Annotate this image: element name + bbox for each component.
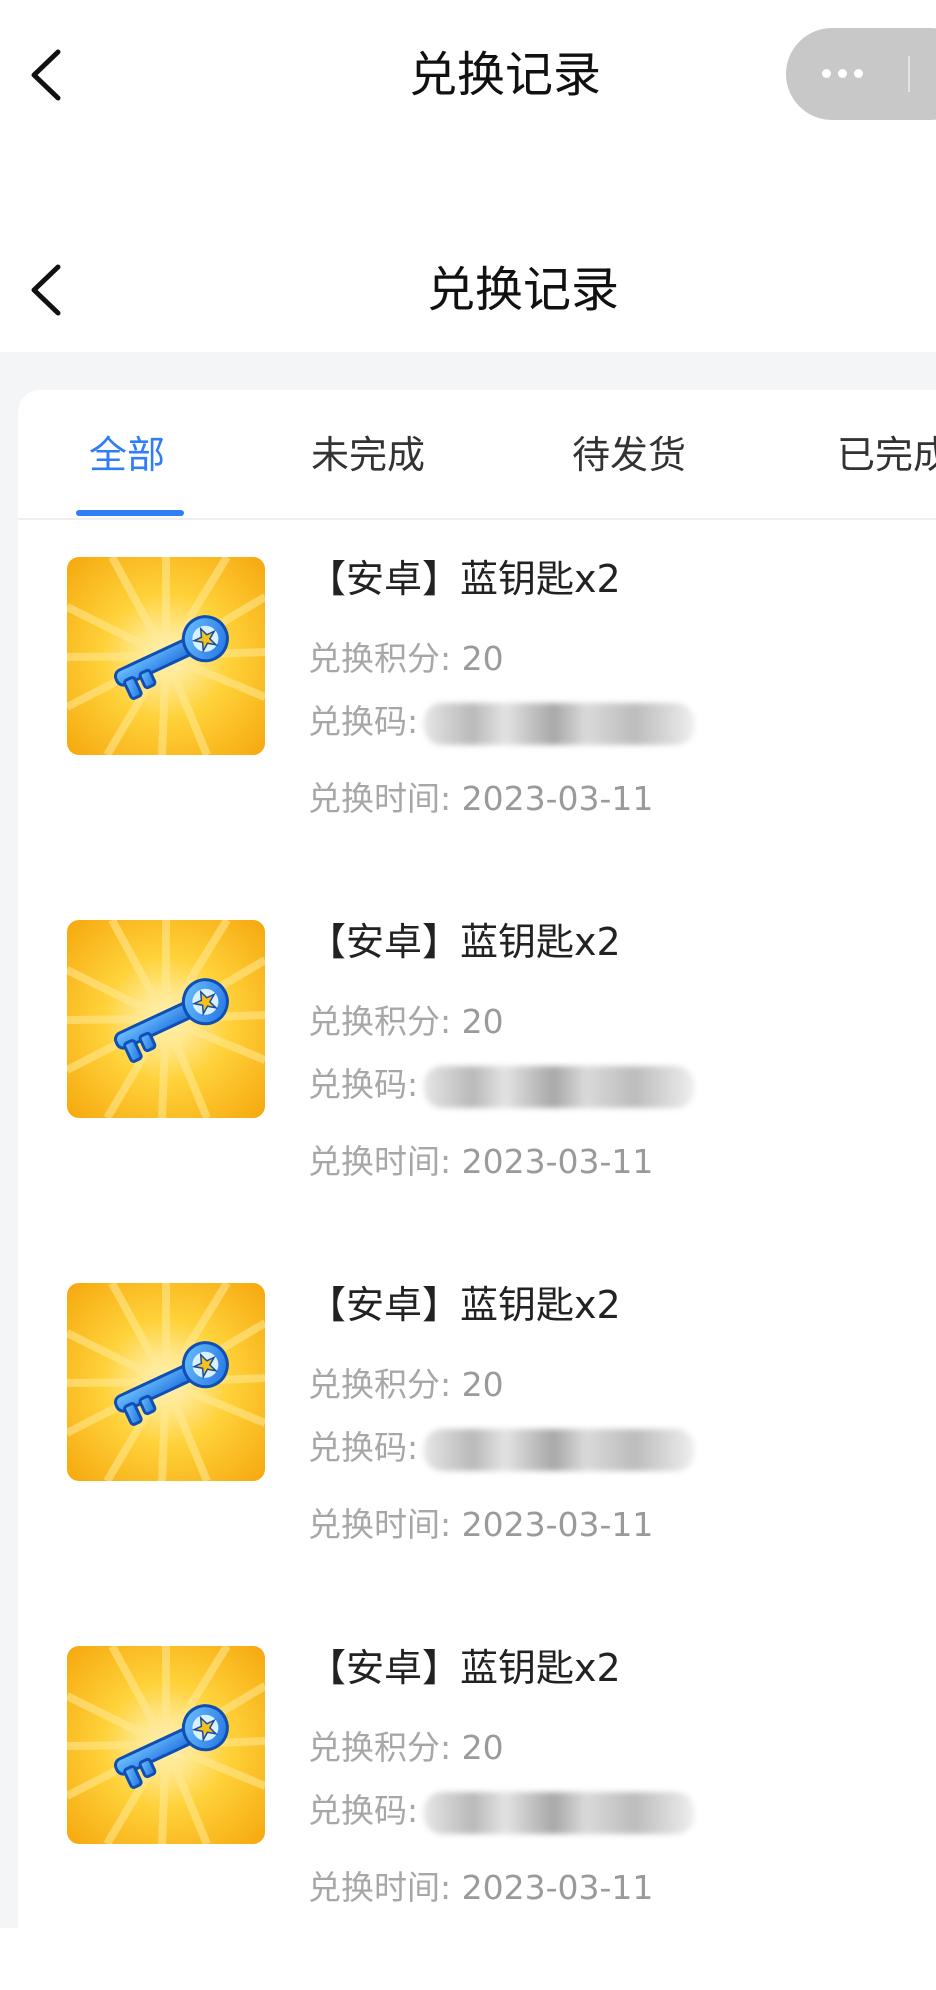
code-row: 兑换码:: [308, 697, 695, 747]
code-row: 兑换码:: [308, 1423, 695, 1473]
points-row: 兑换积分: 20: [308, 634, 504, 684]
redacted-code: [424, 1428, 695, 1471]
inner-page-title: 兑换记录: [426, 262, 619, 318]
points-value: 20: [461, 639, 504, 678]
tab-pending-shipment[interactable]: 待发货: [572, 420, 686, 490]
time-value: 2023-03-11: [461, 1142, 654, 1181]
redacted-code: [424, 702, 695, 745]
tab-bar: 全部 未完成 待发货 已完成: [18, 390, 936, 520]
time-label: 兑换时间:: [308, 1868, 452, 1907]
inner-nav-bar: 兑换记录: [0, 230, 936, 350]
record-title: 【安卓】蓝钥匙x2: [308, 1646, 621, 1690]
active-tab-indicator: [76, 510, 184, 516]
time-value: 2023-03-11: [461, 1868, 654, 1907]
time-row: 兑换时间: 2023-03-11: [308, 1500, 653, 1550]
time-value: 2023-03-11: [461, 1505, 654, 1544]
code-label: 兑换码:: [308, 702, 419, 741]
record-item[interactable]: 【安卓】蓝钥匙x2 兑换积分: 20 兑换码: 兑换时间: 2023-03-11: [18, 883, 936, 1246]
record-item[interactable]: 【安卓】蓝钥匙x2 兑换积分: 20 兑换码: 兑换时间: 2023-03-11: [18, 520, 936, 883]
more-dots-icon: [822, 58, 882, 88]
code-label: 兑换码:: [308, 1065, 419, 1104]
points-label: 兑换积分:: [308, 639, 452, 678]
points-value: 20: [461, 1002, 504, 1041]
time-label: 兑换时间:: [308, 1142, 452, 1181]
records-card: 全部 未完成 待发货 已完成 【安卓】蓝钥匙x2 兑换积分: 20 兑换码: 兑…: [18, 390, 936, 1990]
redacted-code: [424, 1791, 695, 1834]
tab-completed[interactable]: 已完成: [837, 420, 936, 490]
points-value: 20: [461, 1365, 504, 1404]
points-row: 兑换积分: 20: [308, 1360, 504, 1410]
code-row: 兑换码:: [308, 1786, 695, 1836]
blue-key-icon: [67, 920, 265, 1118]
code-row: 兑换码:: [308, 1060, 695, 1110]
code-label: 兑换码:: [308, 1428, 419, 1467]
time-value: 2023-03-11: [461, 779, 654, 818]
points-value: 20: [461, 1728, 504, 1767]
points-label: 兑换积分:: [308, 1002, 452, 1041]
blue-key-icon: [67, 1646, 265, 1844]
record-item[interactable]: 【安卓】蓝钥匙x2 兑换积分: 20 兑换码: 兑换时间: 2023-03-11: [18, 1609, 936, 1972]
record-title: 【安卓】蓝钥匙x2: [308, 1283, 621, 1327]
points-row: 兑换积分: 20: [308, 997, 504, 1047]
points-label: 兑换积分:: [308, 1365, 452, 1404]
points-row: 兑换积分: 20: [308, 1723, 504, 1773]
outer-nav-bar: 兑换记录: [0, 0, 936, 150]
time-row: 兑换时间: 2023-03-11: [308, 1137, 653, 1187]
record-item[interactable]: 【安卓】蓝钥匙x2 兑换积分: 20 兑换码: 兑换时间: 2023-03-11: [18, 1246, 936, 1609]
time-label: 兑换时间:: [308, 779, 452, 818]
tab-all[interactable]: 全部: [89, 420, 165, 490]
tab-incomplete[interactable]: 未完成: [311, 420, 425, 490]
redacted-code: [424, 1065, 695, 1108]
points-label: 兑换积分:: [308, 1728, 452, 1767]
time-label: 兑换时间:: [308, 1505, 452, 1544]
capsule-divider: [908, 56, 910, 92]
time-row: 兑换时间: 2023-03-11: [308, 1863, 653, 1913]
record-title: 【安卓】蓝钥匙x2: [308, 557, 621, 601]
blue-key-icon: [67, 557, 265, 755]
menu-capsule-button[interactable]: [786, 28, 936, 120]
record-title: 【安卓】蓝钥匙x2: [308, 920, 621, 964]
blue-key-icon: [67, 1283, 265, 1481]
time-row: 兑换时间: 2023-03-11: [308, 774, 653, 824]
code-label: 兑换码:: [308, 1791, 419, 1830]
